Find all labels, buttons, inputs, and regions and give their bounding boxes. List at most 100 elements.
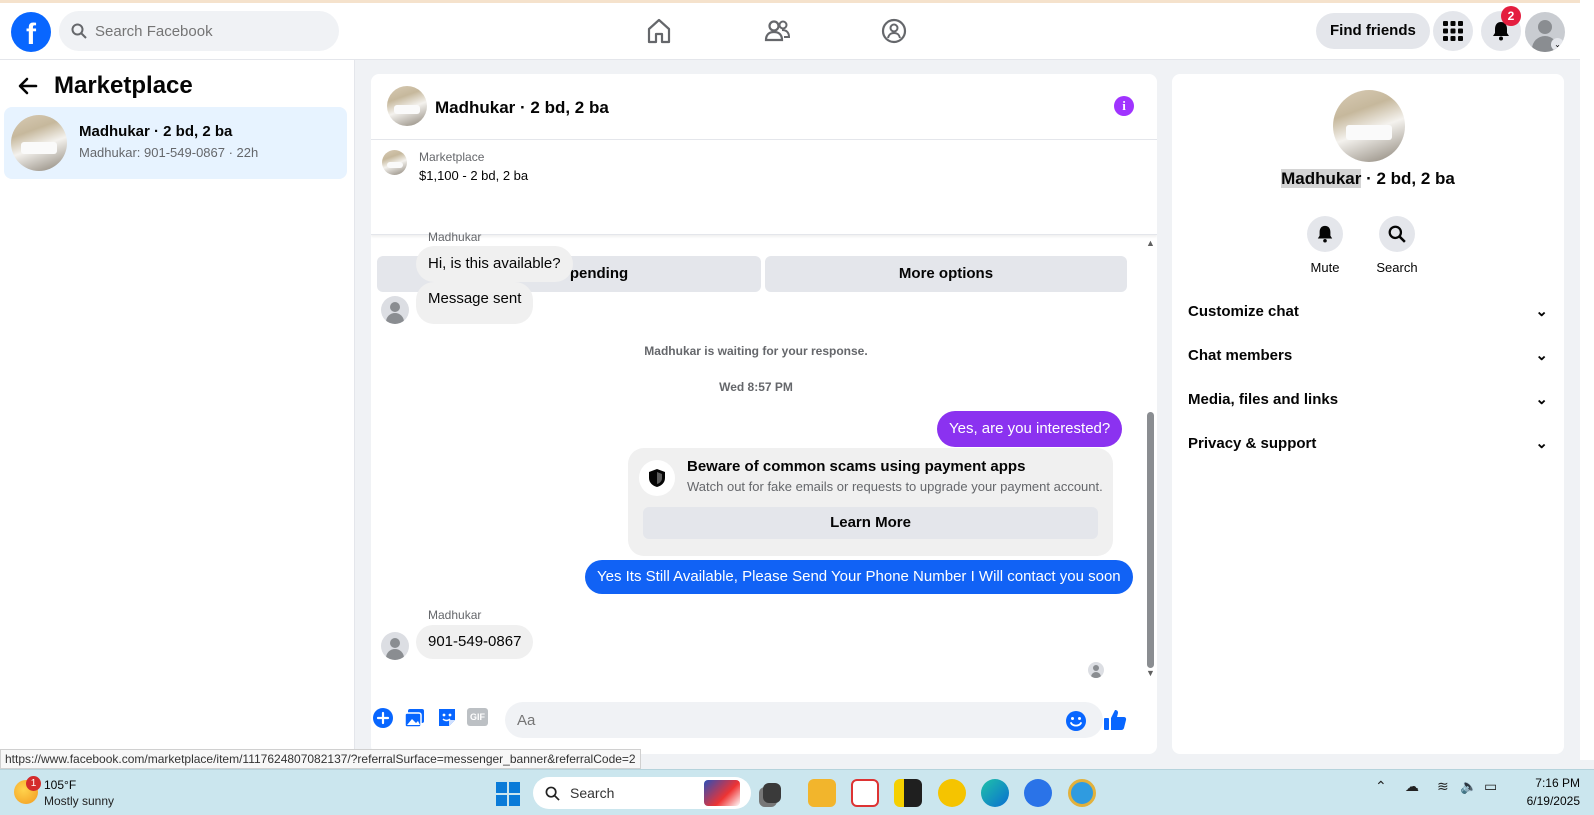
warning-title: Beware of common scams using payment app… — [687, 458, 1026, 475]
search-icon — [545, 786, 560, 801]
section-label: Chat members — [1188, 346, 1293, 364]
listing-banner-thumbnail[interactable] — [382, 150, 407, 175]
message-list[interactable]: Madhukar Hi, is this available? Message … — [371, 230, 1141, 691]
media-files-links-section[interactable]: Media, files and links ⌄ — [1188, 379, 1548, 419]
warning-description: Watch out for fake emails or requests to… — [687, 479, 1103, 494]
sender-avatar[interactable] — [381, 296, 409, 324]
chat-scrollbar[interactable]: ▲ ▼ — [1144, 236, 1157, 691]
cloud-offline-icon[interactable]: ☁ — [1405, 778, 1419, 795]
sender-avatar[interactable] — [381, 632, 409, 660]
mute-action[interactable]: Mute — [1290, 216, 1360, 275]
incoming-message[interactable]: Message sent — [416, 282, 534, 324]
weather-condition: Mostly sunny — [44, 794, 115, 808]
marketplace-sidebar: Marketplace Madhukar · 2 bd, 2 ba Madhuk… — [0, 60, 355, 760]
outgoing-message[interactable]: Yes Its Still Available, Please Send You… — [585, 560, 1133, 594]
chevron-down-icon: ⌄ — [1551, 38, 1564, 51]
message-input[interactable] — [505, 702, 1103, 738]
outgoing-message[interactable]: Yes, are you interested? — [937, 411, 1123, 447]
read-receipt-avatar — [1088, 662, 1104, 678]
search-label: Search — [1376, 260, 1418, 275]
section-label: Privacy & support — [1188, 434, 1317, 452]
details-title: Madhukar · 2 bd, 2 ba — [1172, 169, 1564, 189]
emoji-icon[interactable] — [1065, 710, 1087, 732]
waiting-notice: Madhukar is waiting for your response. — [644, 344, 868, 358]
conversation-title: Madhukar · 2 bd, 2 ba — [79, 123, 233, 140]
find-friends-button[interactable]: Find friends — [1316, 13, 1430, 49]
battery-icon[interactable]: ▭ — [1484, 778, 1497, 795]
sticky-notes-icon[interactable] — [894, 779, 922, 807]
like-thumbs-up-icon[interactable] — [1103, 708, 1127, 732]
chat-listing-thumbnail[interactable] — [387, 86, 427, 126]
message-timestamp: Wed 8:57 PM — [719, 380, 793, 394]
home-icon[interactable] — [645, 17, 673, 45]
search-input[interactable] — [95, 22, 315, 40]
details-title-rest: · 2 bd, 2 ba — [1361, 169, 1455, 188]
plus-circle-icon[interactable] — [372, 707, 394, 729]
groups-icon[interactable] — [880, 17, 908, 45]
meeting-app-icon[interactable] — [938, 779, 966, 807]
marketplace-header: Marketplace — [16, 72, 193, 100]
scrollbar-thumb[interactable] — [1147, 412, 1154, 668]
search-icon — [1388, 225, 1406, 243]
section-label: Customize chat — [1188, 302, 1299, 320]
chat-window: Madhukar · 2 bd, 2 ba i Marketplace $1,1… — [371, 74, 1157, 754]
chat-members-section[interactable]: Chat members ⌄ — [1188, 335, 1548, 375]
incoming-message[interactable]: Hi, is this available? — [416, 246, 573, 282]
file-explorer-icon[interactable] — [808, 779, 836, 807]
chat-title[interactable]: Madhukar · 2 bd, 2 ba — [435, 98, 609, 118]
wifi-icon[interactable]: ≋ — [1437, 778, 1449, 795]
listing-source: Marketplace — [419, 150, 485, 164]
gif-icon[interactable]: GIF — [467, 708, 488, 726]
windows-start-icon[interactable] — [496, 782, 520, 806]
notification-count-badge: 2 — [1501, 6, 1521, 26]
chevron-down-icon: ⌄ — [1535, 391, 1548, 408]
message-composer: GIF — [371, 691, 1157, 754]
details-listing-photo[interactable] — [1333, 90, 1405, 162]
windows-taskbar: 1 105°F Mostly sunny Search ⌃ ☁ ≋ 🔈 ▭ 7:… — [0, 769, 1594, 815]
link-preview-url: https://www.facebook.com/marketplace/ite… — [0, 749, 641, 769]
chrome-profile-2-icon[interactable] — [1068, 779, 1096, 807]
scroll-up-arrow-icon[interactable]: ▲ — [1146, 238, 1155, 248]
clock-time: 7:16 PM — [1535, 776, 1580, 790]
top-navigation-bar: f Find friends 2 ⌄ — [0, 0, 1580, 60]
clock-date: 6/19/2025 — [1526, 794, 1580, 808]
listing-banner: Marketplace $1,100 - 2 bd, 2 ba Mark as … — [371, 140, 1157, 292]
friends-icon[interactable] — [763, 17, 791, 45]
scam-warning-card: Beware of common scams using payment app… — [628, 448, 1113, 556]
listing-thumbnail — [11, 115, 67, 171]
sticker-icon[interactable] — [436, 707, 458, 729]
chevron-down-icon: ⌄ — [1535, 347, 1548, 364]
shield-icon — [639, 460, 675, 496]
show-hidden-icons-chevron-icon[interactable]: ⌃ — [1375, 778, 1387, 795]
sender-name: Madhukar — [428, 230, 482, 244]
conversation-item[interactable]: Madhukar · 2 bd, 2 ba Madhukar: 901-549-… — [4, 107, 347, 179]
mute-label: Mute — [1310, 260, 1340, 275]
customize-chat-section[interactable]: Customize chat ⌄ — [1188, 291, 1548, 331]
page-scrollbar[interactable] — [1580, 0, 1594, 760]
learn-more-button[interactable]: Learn More — [643, 507, 1098, 539]
menu-button[interactable] — [1433, 11, 1473, 51]
scroll-down-arrow-icon[interactable]: ▼ — [1146, 668, 1155, 678]
snipping-tool-icon[interactable] — [851, 779, 879, 807]
page-title: Marketplace — [54, 72, 193, 99]
speaker-icon[interactable]: 🔈 — [1460, 778, 1477, 795]
system-clock[interactable]: 7:16 PM 6/19/2025 — [1510, 774, 1580, 810]
chrome-profile-icon[interactable] — [1024, 779, 1052, 807]
incoming-message[interactable]: 901-549-0867 — [416, 625, 534, 659]
listing-price[interactable]: $1,100 - 2 bd, 2 ba — [419, 168, 528, 183]
selected-name-text[interactable]: Madhukar — [1281, 169, 1362, 188]
back-arrow-icon[interactable] — [16, 74, 40, 98]
grid-menu-icon — [1443, 21, 1463, 41]
task-view-icon[interactable] — [763, 783, 781, 803]
search-in-conversation-action[interactable]: Search — [1362, 216, 1432, 275]
facebook-logo-icon[interactable]: f — [11, 12, 51, 52]
privacy-support-section[interactable]: Privacy & support ⌄ — [1188, 423, 1548, 463]
info-icon[interactable]: i — [1114, 96, 1134, 116]
search-highlight-icon — [704, 780, 740, 806]
chat-details-panel: Madhukar · 2 bd, 2 ba Mute Search Custom… — [1172, 74, 1564, 754]
taskbar-search[interactable]: Search — [533, 777, 751, 809]
photo-icon[interactable] — [404, 707, 426, 729]
facebook-search-box[interactable] — [59, 11, 339, 51]
edge-browser-icon[interactable] — [981, 779, 1009, 807]
account-avatar[interactable]: ⌄ — [1525, 12, 1565, 52]
